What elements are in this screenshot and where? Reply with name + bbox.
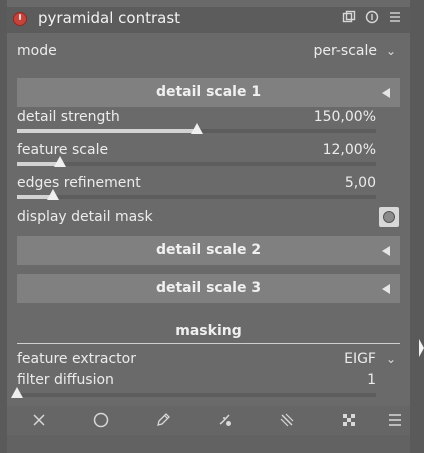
toggle-icon[interactable] bbox=[379, 207, 399, 227]
circle-icon[interactable] bbox=[92, 411, 110, 429]
mode-label: mode bbox=[17, 43, 57, 59]
filter-diffusion-label: filter diffusion bbox=[17, 372, 114, 388]
power-icon[interactable] bbox=[13, 12, 27, 26]
checker-icon[interactable] bbox=[340, 411, 358, 429]
slider-fill bbox=[17, 129, 197, 133]
feature-scale-slider[interactable] bbox=[17, 156, 376, 167]
chevron-down-icon[interactable]: ⌄ bbox=[386, 45, 396, 57]
collapse-triangle-icon[interactable] bbox=[382, 88, 390, 98]
section-title: detail scale 3 bbox=[155, 280, 262, 296]
section-title: detail scale 1 bbox=[155, 84, 262, 100]
section-title: detail scale 2 bbox=[155, 242, 262, 258]
detail-scale-3-header[interactable]: detail scale 3 bbox=[17, 274, 400, 303]
reset-icon[interactable] bbox=[365, 10, 379, 24]
masking-title: masking bbox=[175, 323, 242, 339]
detail-strength-value[interactable]: 150,00% bbox=[300, 108, 376, 126]
edges-refinement-slider[interactable] bbox=[17, 189, 376, 200]
collapse-triangle-icon[interactable] bbox=[382, 246, 390, 256]
feature-extractor-label: feature extractor bbox=[17, 351, 136, 367]
filter-diffusion-value[interactable]: 1 bbox=[340, 371, 376, 389]
multi-instance-icon[interactable] bbox=[342, 10, 356, 24]
collapse-triangle-icon[interactable] bbox=[382, 284, 390, 294]
filter-diffusion-slider[interactable] bbox=[11, 387, 376, 398]
scroll-indicator-icon[interactable] bbox=[419, 339, 424, 357]
detail-strength-slider[interactable] bbox=[17, 123, 376, 134]
detail-scale-2-header[interactable]: detail scale 2 bbox=[17, 236, 400, 265]
module-title: pyramidal contrast bbox=[38, 9, 181, 27]
pencil-icon[interactable] bbox=[154, 411, 172, 429]
slider-handle[interactable] bbox=[46, 189, 59, 200]
presets-menu-icon[interactable] bbox=[388, 10, 402, 24]
slider-handle[interactable] bbox=[11, 387, 23, 398]
slider-handle[interactable] bbox=[190, 123, 203, 134]
slider-handle[interactable] bbox=[54, 156, 67, 167]
brush-icon[interactable] bbox=[216, 411, 234, 429]
close-icon[interactable] bbox=[30, 411, 48, 429]
gradient-icon[interactable] bbox=[278, 411, 296, 429]
feature-extractor-value[interactable]: EIGF bbox=[326, 350, 376, 368]
edges-refinement-value[interactable]: 5,00 bbox=[300, 174, 376, 192]
menu-icon[interactable] bbox=[386, 411, 404, 429]
detail-scale-1-header[interactable]: detail scale 1 bbox=[17, 78, 400, 107]
module-footer bbox=[7, 435, 410, 453]
display-detail-mask-label: display detail mask bbox=[17, 209, 153, 225]
detail-strength-label: detail strength bbox=[17, 109, 120, 125]
edges-refinement-label: edges refinement bbox=[17, 175, 141, 191]
feature-scale-value[interactable]: 12,00% bbox=[300, 141, 376, 159]
mode-value[interactable]: per-scale bbox=[310, 42, 378, 60]
chevron-down-icon[interactable]: ⌄ bbox=[386, 353, 396, 365]
masking-divider bbox=[17, 343, 400, 344]
